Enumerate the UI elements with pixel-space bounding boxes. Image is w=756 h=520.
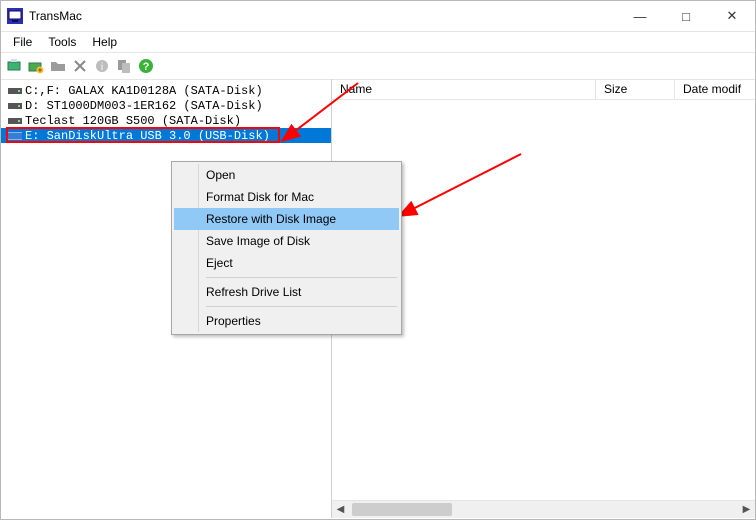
column-headers: Name Size Date modif bbox=[332, 79, 755, 100]
toolbar: i ? bbox=[1, 53, 755, 80]
ctx-refresh[interactable]: Refresh Drive List bbox=[174, 281, 399, 303]
ctx-eject[interactable]: Eject bbox=[174, 252, 399, 274]
title-bar: TransMac — □ ✕ bbox=[1, 1, 755, 32]
drive-item-selected[interactable]: E: SanDiskUltra USB 3.0 (USB-Disk) bbox=[1, 128, 331, 143]
close-button[interactable]: ✕ bbox=[709, 1, 755, 31]
menu-bar: File Tools Help bbox=[1, 32, 755, 53]
drive-item[interactable]: Teclast 120GB S500 (SATA-Disk) bbox=[1, 113, 331, 128]
app-window: TransMac — □ ✕ File Tools Help i ? C:,F:… bbox=[0, 0, 756, 520]
ctx-save-image[interactable]: Save Image of Disk bbox=[174, 230, 399, 252]
ctx-properties[interactable]: Properties bbox=[174, 310, 399, 332]
window-title: TransMac bbox=[29, 9, 617, 23]
ctx-format-disk[interactable]: Format Disk for Mac bbox=[174, 186, 399, 208]
drive-item[interactable]: C:,F: GALAX KA1D0128A (SATA-Disk) bbox=[1, 83, 331, 98]
hdd-icon bbox=[7, 115, 23, 127]
drive-label: Teclast 120GB S500 (SATA-Disk) bbox=[25, 114, 241, 128]
svg-text:?: ? bbox=[143, 61, 150, 73]
drive-label: E: SanDiskUltra USB 3.0 (USB-Disk) bbox=[25, 129, 270, 143]
window-buttons: — □ ✕ bbox=[617, 1, 755, 31]
minimize-button[interactable]: — bbox=[617, 1, 663, 31]
drive-item[interactable]: D: ST1000DM003-1ER162 (SATA-Disk) bbox=[1, 98, 331, 113]
drive-label: C:,F: GALAX KA1D0128A (SATA-Disk) bbox=[25, 84, 263, 98]
horizontal-scrollbar[interactable]: ◀ ▶ bbox=[332, 500, 755, 518]
menu-file[interactable]: File bbox=[5, 33, 40, 51]
add-folder-icon[interactable] bbox=[27, 57, 45, 75]
context-menu: Open Format Disk for Mac Restore with Di… bbox=[171, 161, 402, 335]
usb-icon bbox=[7, 130, 23, 142]
ctx-restore-disk-image[interactable]: Restore with Disk Image bbox=[174, 208, 399, 230]
delete-icon[interactable] bbox=[71, 57, 89, 75]
maximize-button[interactable]: □ bbox=[663, 1, 709, 31]
col-size[interactable]: Size bbox=[596, 79, 675, 99]
app-icon bbox=[7, 8, 23, 24]
info-icon[interactable]: i bbox=[93, 57, 111, 75]
menu-tools[interactable]: Tools bbox=[40, 33, 84, 51]
svg-text:i: i bbox=[101, 62, 103, 73]
hdd-icon bbox=[7, 100, 23, 112]
hdd-icon bbox=[7, 85, 23, 97]
scroll-right-icon[interactable]: ▶ bbox=[738, 501, 755, 518]
ctx-open[interactable]: Open bbox=[174, 164, 399, 186]
open-disk-icon[interactable] bbox=[5, 57, 23, 75]
context-separator bbox=[206, 306, 397, 307]
col-name[interactable]: Name bbox=[332, 79, 596, 99]
copy-icon[interactable] bbox=[115, 57, 133, 75]
menu-help[interactable]: Help bbox=[84, 33, 125, 51]
col-date[interactable]: Date modif bbox=[675, 79, 755, 99]
context-separator bbox=[206, 277, 397, 278]
drive-label: D: ST1000DM003-1ER162 (SATA-Disk) bbox=[25, 99, 263, 113]
scroll-thumb[interactable] bbox=[352, 503, 452, 516]
help-icon[interactable]: ? bbox=[137, 57, 155, 75]
folder-icon[interactable] bbox=[49, 57, 67, 75]
scroll-left-icon[interactable]: ◀ bbox=[332, 501, 349, 518]
